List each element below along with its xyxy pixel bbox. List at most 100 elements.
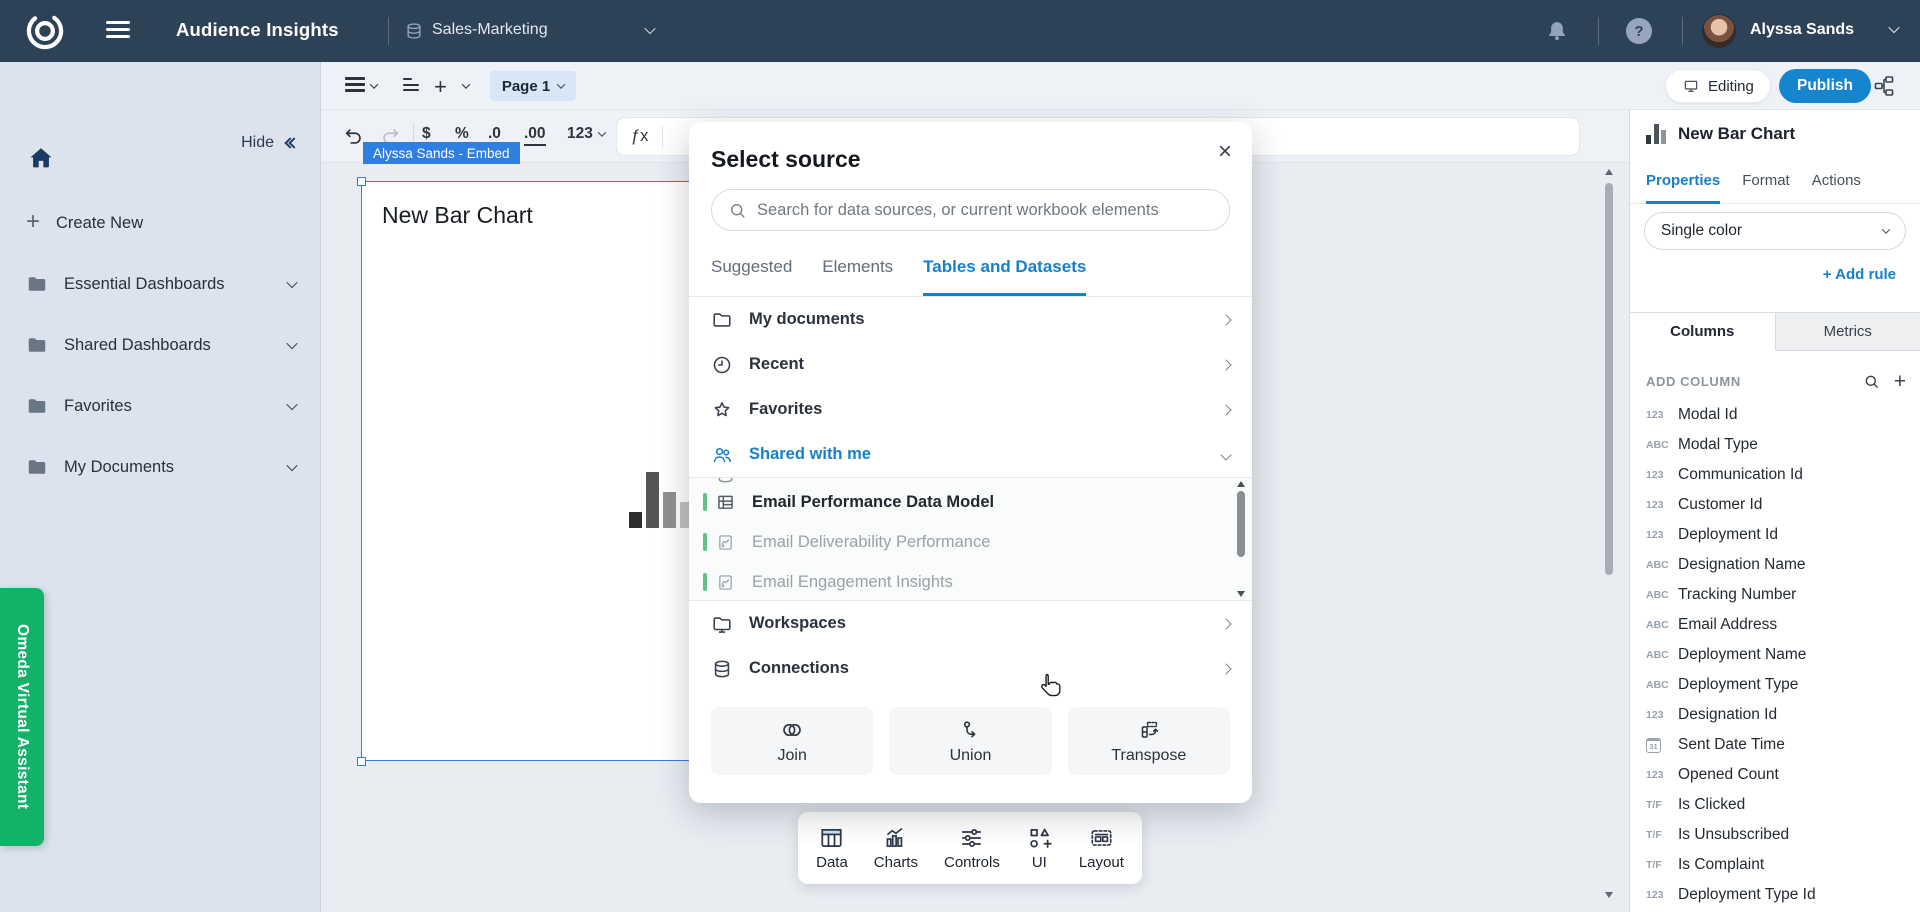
percent-format-button[interactable]: %: [455, 125, 469, 143]
workbook-icon: [715, 572, 736, 593]
scroll-down-arrow-icon[interactable]: [1237, 591, 1245, 597]
dock-item[interactable]: Layout: [1079, 825, 1124, 871]
column-list-item[interactable]: 123 Modal Id: [1630, 400, 1920, 430]
column-list-item[interactable]: ABC Designation Name: [1630, 550, 1920, 580]
column-list-item[interactable]: 123 Designation Id: [1630, 700, 1920, 730]
column-list-item[interactable]: T/F Is Clicked: [1630, 790, 1920, 820]
modal-tab[interactable]: Tables and Datasets: [923, 253, 1086, 296]
publish-button[interactable]: Publish: [1779, 69, 1871, 103]
scroll-down-arrow-icon[interactable]: [1605, 892, 1613, 898]
chevron-down-icon[interactable]: [1888, 22, 1899, 33]
source-nav-item[interactable]: My documents: [711, 297, 1230, 342]
add-column-plus-icon[interactable]: +: [1894, 371, 1906, 392]
column-list-item[interactable]: ABC Modal Type: [1630, 430, 1920, 460]
column-list-item[interactable]: 123 Deployment Type Id: [1630, 880, 1920, 910]
modal-action-button[interactable]: Join: [711, 707, 873, 775]
column-list-item[interactable]: T/F Is Unsubscribed: [1630, 820, 1920, 850]
inspector-tab[interactable]: Actions: [1812, 168, 1861, 203]
currency-format-button[interactable]: $: [422, 125, 431, 143]
page-list-icon[interactable]: [345, 77, 365, 95]
column-list-item[interactable]: ABC Deployment Type: [1630, 670, 1920, 700]
add-page-icon[interactable]: +: [434, 74, 447, 100]
inspector-tab[interactable]: Properties: [1646, 168, 1720, 203]
scrollbar-thumb[interactable]: [1605, 183, 1613, 575]
chevron-down-icon[interactable]: [286, 399, 297, 410]
sidebar-item-label: Favorites: [64, 397, 132, 416]
inspector-subtab[interactable]: Metrics: [1776, 313, 1920, 351]
column-list-item[interactable]: 123 Opened Count: [1630, 760, 1920, 790]
sub-list-scrollbar[interactable]: [1234, 481, 1248, 597]
chart-icon: [882, 825, 909, 851]
column-list-item[interactable]: ABC Deployment Name: [1630, 640, 1920, 670]
omeda-logo-icon[interactable]: [22, 8, 68, 54]
source-nav-item[interactable]: Connections: [711, 646, 1230, 691]
sidebar-folder-item[interactable]: Essential Dashboards: [0, 266, 320, 302]
chevron-down-icon[interactable]: [286, 460, 297, 471]
modal-action-button[interactable]: Transpose: [1068, 707, 1230, 775]
notifications-bell-icon[interactable]: [1544, 18, 1570, 44]
column-list-item[interactable]: T/F Is Complaint: [1630, 850, 1920, 880]
virtual-assistant-tab[interactable]: Omeda Virtual Assistant: [0, 588, 44, 846]
shared-source-item[interactable]: Email Engagement Insights: [703, 562, 1252, 601]
column-list-item[interactable]: ABC Tracking Number: [1630, 580, 1920, 610]
source-nav-item[interactable]: Favorites: [711, 387, 1230, 432]
column-list-item[interactable]: ABC Email Address: [1630, 610, 1920, 640]
dock-item[interactable]: Controls: [944, 825, 1000, 871]
workspace-selector[interactable]: Sales-Marketing: [432, 21, 548, 39]
column-type-icon: 123: [1646, 409, 1678, 421]
column-list-item[interactable]: 123 Customer Id: [1630, 490, 1920, 520]
shared-source-item[interactable]: Email Performance Data Model: [703, 482, 1252, 522]
sidebar-folder-item[interactable]: Shared Dashboards: [0, 327, 320, 363]
inspector-tab[interactable]: Format: [1742, 168, 1790, 203]
dock-item[interactable]: Data: [816, 825, 848, 871]
scroll-up-arrow-icon[interactable]: [1237, 481, 1245, 487]
modal-action-button[interactable]: Union: [889, 707, 1051, 775]
modal-tab[interactable]: Elements: [822, 253, 893, 296]
source-nav-item[interactable]: Workspaces: [711, 601, 1230, 646]
column-name: Is Unsubscribed: [1678, 826, 1789, 844]
hide-sidebar-button[interactable]: Hide: [241, 134, 298, 152]
column-list-item[interactable]: 123 Communication Id: [1630, 460, 1920, 490]
page-tab[interactable]: Page 1: [490, 71, 576, 101]
column-list-item[interactable]: 31 Sent Date Time: [1630, 730, 1920, 760]
source-search[interactable]: [711, 189, 1230, 231]
number-format-button[interactable]: 123: [567, 125, 605, 143]
inspector-subtab[interactable]: Columns: [1630, 313, 1776, 351]
help-icon[interactable]: ?: [1626, 18, 1652, 44]
dock-item[interactable]: Charts: [874, 825, 918, 871]
selection-handle[interactable]: [357, 757, 366, 766]
home-icon[interactable]: [26, 144, 56, 172]
user-name[interactable]: Alyssa Sands: [1750, 21, 1854, 39]
undo-icon[interactable]: [343, 125, 365, 147]
outline-view-icon[interactable]: [403, 78, 419, 95]
source-search-input[interactable]: [757, 201, 1213, 220]
user-avatar[interactable]: [1702, 14, 1736, 48]
color-mode-select[interactable]: Single color: [1644, 212, 1906, 250]
sidebar-folder-item[interactable]: My Documents: [0, 449, 320, 485]
editing-mode-button[interactable]: Editing: [1665, 69, 1771, 103]
source-nav-item[interactable]: Shared with me: [711, 432, 1230, 477]
add-rule-link[interactable]: + Add rule: [1823, 266, 1896, 283]
chevron-down-icon[interactable]: [370, 80, 378, 88]
sidebar-folder-item[interactable]: Favorites: [0, 388, 320, 424]
scroll-up-arrow-icon[interactable]: [1605, 169, 1613, 175]
search-icon: [728, 201, 747, 220]
chevron-down-icon[interactable]: [462, 80, 470, 88]
hamburger-menu-icon[interactable]: [106, 21, 130, 43]
dock-item[interactable]: UI: [1026, 825, 1053, 871]
modal-tab[interactable]: Suggested: [711, 253, 792, 296]
chevron-down-icon[interactable]: [286, 277, 297, 288]
selection-handle[interactable]: [357, 177, 366, 186]
shared-source-item[interactable]: Email Deliverability Performance: [703, 522, 1252, 562]
chevron-down-icon[interactable]: [286, 338, 297, 349]
column-list-item[interactable]: 123 Deployment Id: [1630, 520, 1920, 550]
source-nav-item[interactable]: Recent: [711, 342, 1230, 387]
chevron-down-icon[interactable]: [644, 23, 655, 34]
search-icon[interactable]: [1863, 373, 1880, 390]
scrollbar-thumb[interactable]: [1237, 491, 1245, 557]
canvas-scrollbar[interactable]: [1602, 163, 1616, 912]
share-icon[interactable]: [1872, 73, 1896, 99]
increase-decimal-button[interactable]: .00: [524, 125, 546, 146]
close-icon[interactable]: ×: [1218, 140, 1232, 164]
create-new-button[interactable]: + Create New: [0, 204, 320, 242]
